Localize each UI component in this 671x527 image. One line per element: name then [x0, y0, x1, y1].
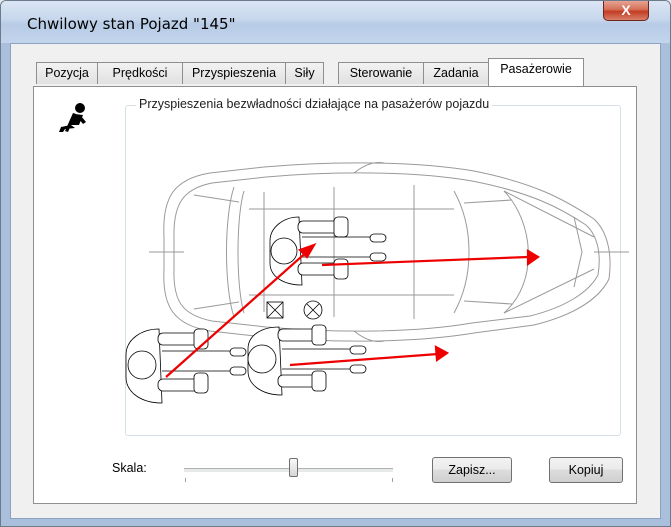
tab-sterowanie[interactable]: Sterowanie — [338, 62, 424, 84]
title-bar[interactable]: Chwilowy stan Pojazd "145" X — [1, 1, 670, 43]
car-outline — [149, 162, 629, 342]
tab-zadania[interactable]: Zadania — [423, 62, 489, 84]
tab-pasazerowie[interactable]: Pasażerowie — [488, 58, 584, 86]
copy-button[interactable]: Kopiuj — [549, 457, 623, 483]
save-button[interactable]: Zapisz... — [432, 457, 512, 483]
tab-predkosci[interactable]: Prędkości — [97, 62, 183, 84]
tab-przyspieszenia[interactable]: Przyspieszenia — [182, 62, 286, 84]
dialog-client-area: Pozycja Prędkości Przyspieszenia Siły St… — [10, 43, 661, 519]
tab-pozycja[interactable]: Pozycja — [36, 62, 98, 84]
scale-label: Skala: — [112, 461, 147, 475]
scale-slider-thumb[interactable] — [288, 458, 298, 477]
window-title: Chwilowy stan Pojazd "145" — [27, 15, 236, 33]
vector-rear-right — [289, 352, 439, 367]
vector-front-right — [321, 255, 529, 267]
close-button[interactable]: X — [603, 1, 649, 21]
vector-rear-right-head — [434, 345, 450, 363]
slider-tick — [392, 478, 393, 482]
dialog-window: Chwilowy stan Pojazd "145" X Pozycja Prę… — [0, 0, 671, 527]
seat-front-right — [269, 216, 387, 286]
console-markers — [266, 300, 323, 320]
vehicle-top-view-diagram — [125, 162, 629, 404]
seat-rear-left — [125, 328, 247, 404]
slider-tick — [185, 478, 186, 482]
tab-sily[interactable]: Siły — [285, 62, 324, 84]
vector-front-right-head — [526, 249, 541, 267]
tab-panel-pasazerowie: Przyspieszenia bezwładności działające n… — [33, 86, 637, 504]
acceleration-vectors — [165, 242, 541, 378]
